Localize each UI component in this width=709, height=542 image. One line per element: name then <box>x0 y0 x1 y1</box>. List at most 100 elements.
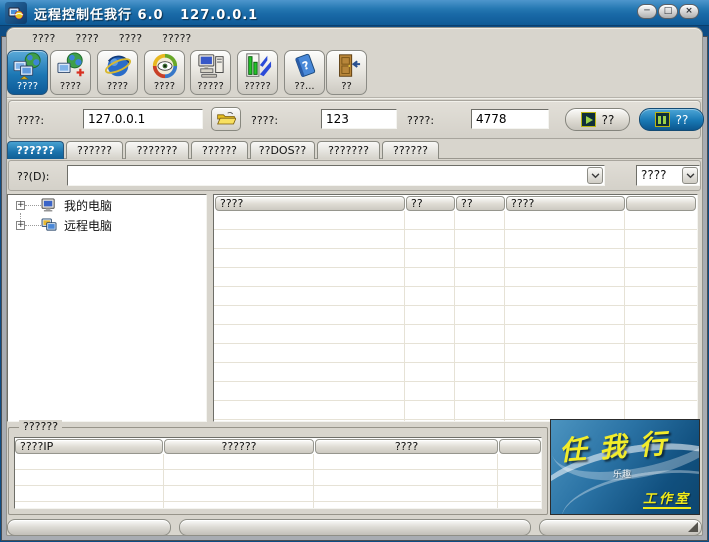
log-groupbox: ?????? ????IP ?????? ???? <box>8 420 548 515</box>
table-row <box>214 382 697 401</box>
chevron-down-icon[interactable] <box>682 167 698 184</box>
tree-item-remote-computer[interactable]: + 远程电脑 <box>8 215 206 235</box>
tab-1[interactable]: ?????? <box>7 141 64 159</box>
table-row <box>214 268 697 287</box>
start-button-label: ?? <box>601 112 615 127</box>
menu-bar: ???? ???? ???? ????? <box>9 30 700 47</box>
command-label: ??(D): <box>17 170 50 183</box>
toolbar-button-connect[interactable]: ???? <box>7 50 48 95</box>
log-table-header: ????IP ?????? ???? <box>15 438 541 454</box>
menu-item-1[interactable]: ???? <box>29 31 58 46</box>
table-row <box>214 325 697 344</box>
view-eye-icon <box>150 51 180 81</box>
statistics-chart-icon <box>243 51 273 81</box>
connection-bar: ????: ????: ????: ?? ?? <box>8 100 704 139</box>
password-label: ????: <box>251 114 279 127</box>
menu-item-2[interactable]: ???? <box>72 31 101 46</box>
column-header-ip[interactable]: ????IP <box>15 439 163 454</box>
tab-6[interactable]: ??????? <box>317 141 380 159</box>
host-input[interactable] <box>83 109 203 129</box>
tab-5-dos[interactable]: ??DOS?? <box>250 141 315 159</box>
log-table: ????IP ?????? ???? <box>14 437 542 509</box>
table-row <box>15 502 541 508</box>
table-row <box>214 230 697 249</box>
logo-subtitle: 乐趣 <box>613 470 632 480</box>
column-header-extra[interactable] <box>499 439 541 454</box>
column-header-extra[interactable] <box>626 196 696 211</box>
status-panel-2 <box>179 519 531 536</box>
app-window: 远程控制任我行 6.0 127.0.0.1 ─ □ × ???? ???? ??… <box>0 0 709 542</box>
status-panel-3 <box>539 519 702 536</box>
command-row: ??(D): ???? <box>8 160 701 191</box>
start-button[interactable]: ?? <box>565 108 630 131</box>
close-button[interactable]: × <box>679 4 699 19</box>
table-row <box>214 306 697 325</box>
column-header-type[interactable]: ?? <box>456 196 505 211</box>
toolbar: ???? ???? ???? ???? ????? ????? ? ??... … <box>7 48 702 98</box>
stop-button-label: ?? <box>675 112 689 127</box>
tab-3[interactable]: ??????? <box>125 141 189 159</box>
table-row <box>214 344 697 363</box>
window-title: 远程控制任我行 6.0 127.0.0.1 <box>34 8 259 23</box>
tree-dots <box>25 224 41 226</box>
status-bar <box>7 519 702 536</box>
port-label: ????: <box>407 114 435 127</box>
toolbar-button-label: ???? <box>59 81 82 92</box>
resize-grip[interactable] <box>688 522 698 532</box>
tab-bar: ?????? ?????? ??????? ?????? ??DOS?? ???… <box>7 141 702 159</box>
toolbar-button-label: ???? <box>153 81 176 92</box>
tab-2[interactable]: ?????? <box>66 141 123 159</box>
column-header-name[interactable]: ???? <box>215 196 405 211</box>
menu-item-4[interactable]: ????? <box>159 31 194 46</box>
help-book-icon: ? <box>290 51 320 81</box>
computer-tree: + 我的电脑 + 远程电脑 <box>7 194 207 422</box>
my-computer-icon <box>196 51 226 81</box>
table-row <box>214 211 697 230</box>
window-frame: ???? ???? ???? ????? ???? ???? ???? ????… <box>0 26 709 542</box>
password-input[interactable] <box>321 109 397 129</box>
toolbar-button-label: ??... <box>294 81 315 92</box>
remote-computer-icon <box>41 218 59 233</box>
tree-item-my-computer[interactable]: + 我的电脑 <box>8 195 206 215</box>
toolbar-button-exit[interactable]: ?? <box>326 50 367 95</box>
remote-desktop-icon <box>13 51 43 81</box>
expand-icon[interactable]: + <box>16 200 25 210</box>
stop-button[interactable]: ?? <box>639 108 704 131</box>
app-icon[interactable] <box>5 2 27 24</box>
tab-4[interactable]: ?????? <box>191 141 248 159</box>
table-row <box>15 486 541 502</box>
port-input[interactable] <box>471 109 549 129</box>
file-list: ???? ?? ?? ???? <box>213 194 698 422</box>
toolbar-button-view[interactable]: ???? <box>144 50 185 95</box>
status-panel-1 <box>7 519 171 536</box>
pause-icon <box>654 112 670 127</box>
tab-7[interactable]: ?????? <box>382 141 439 159</box>
open-file-button[interactable] <box>211 107 241 131</box>
toolbar-button-add-connection[interactable]: ???? <box>50 50 91 95</box>
toolbar-button-internet[interactable]: ???? <box>97 50 138 95</box>
type-combobox[interactable]: ???? <box>636 165 700 186</box>
column-header-status[interactable]: ?????? <box>164 439 314 454</box>
toolbar-button-statistics[interactable]: ????? <box>237 50 278 95</box>
column-header-date[interactable]: ???? <box>506 196 625 211</box>
toolbar-button-computer[interactable]: ????? <box>190 50 231 95</box>
toolbar-button-help[interactable]: ? ??... <box>284 50 325 95</box>
exit-door-icon <box>332 51 362 81</box>
minimize-button[interactable]: ─ <box>637 4 657 19</box>
maximize-button[interactable]: □ <box>658 4 678 19</box>
chevron-down-icon[interactable] <box>587 167 603 184</box>
logo-title: 任我行 <box>558 427 681 468</box>
column-header-time[interactable]: ???? <box>315 439 498 454</box>
command-combobox[interactable] <box>67 165 605 186</box>
table-row <box>15 470 541 486</box>
add-connection-icon <box>56 51 86 81</box>
table-row <box>214 287 697 306</box>
expand-icon[interactable]: + <box>16 220 25 230</box>
menu-item-3[interactable]: ???? <box>116 31 145 46</box>
host-label: ????: <box>17 114 45 127</box>
tree-dots <box>25 204 41 206</box>
toolbar-button-label: ????? <box>197 81 224 92</box>
titlebar: 远程控制任我行 6.0 127.0.0.1 ─ □ × <box>0 0 709 26</box>
column-header-size[interactable]: ?? <box>406 196 455 211</box>
tree-item-label: 我的电脑 <box>64 198 113 213</box>
